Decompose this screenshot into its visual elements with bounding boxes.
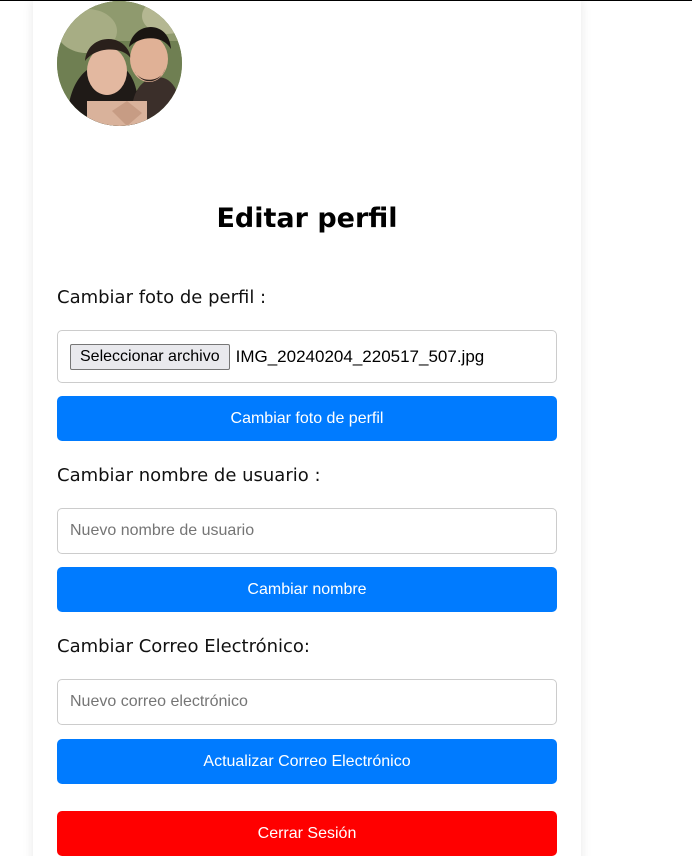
photo-section-label: Cambiar foto de perfil :	[57, 287, 267, 308]
email-input[interactable]	[57, 679, 557, 725]
choose-file-button[interactable]: Seleccionar archivo	[70, 343, 230, 370]
email-section-label: Cambiar Correo Electrónico:	[57, 636, 310, 657]
avatar-photo	[57, 1, 182, 126]
logout-button[interactable]: Cerrar Sesión	[57, 811, 557, 856]
avatar	[57, 1, 182, 126]
update-email-button[interactable]: Actualizar Correo Electrónico	[57, 739, 557, 784]
change-name-button[interactable]: Cambiar nombre	[57, 567, 557, 612]
file-input[interactable]: Seleccionar archivo IMG_20240204_220517_…	[57, 330, 557, 383]
username-section-label: Cambiar nombre de usuario :	[57, 465, 321, 486]
profile-card: Editar perfil Cambiar foto de perfil : S…	[33, 1, 581, 856]
username-input[interactable]	[57, 508, 557, 554]
selected-file-name: IMG_20240204_220517_507.jpg	[235, 346, 485, 366]
change-photo-button[interactable]: Cambiar foto de perfil	[57, 396, 557, 441]
page-title: Editar perfil	[216, 203, 398, 234]
